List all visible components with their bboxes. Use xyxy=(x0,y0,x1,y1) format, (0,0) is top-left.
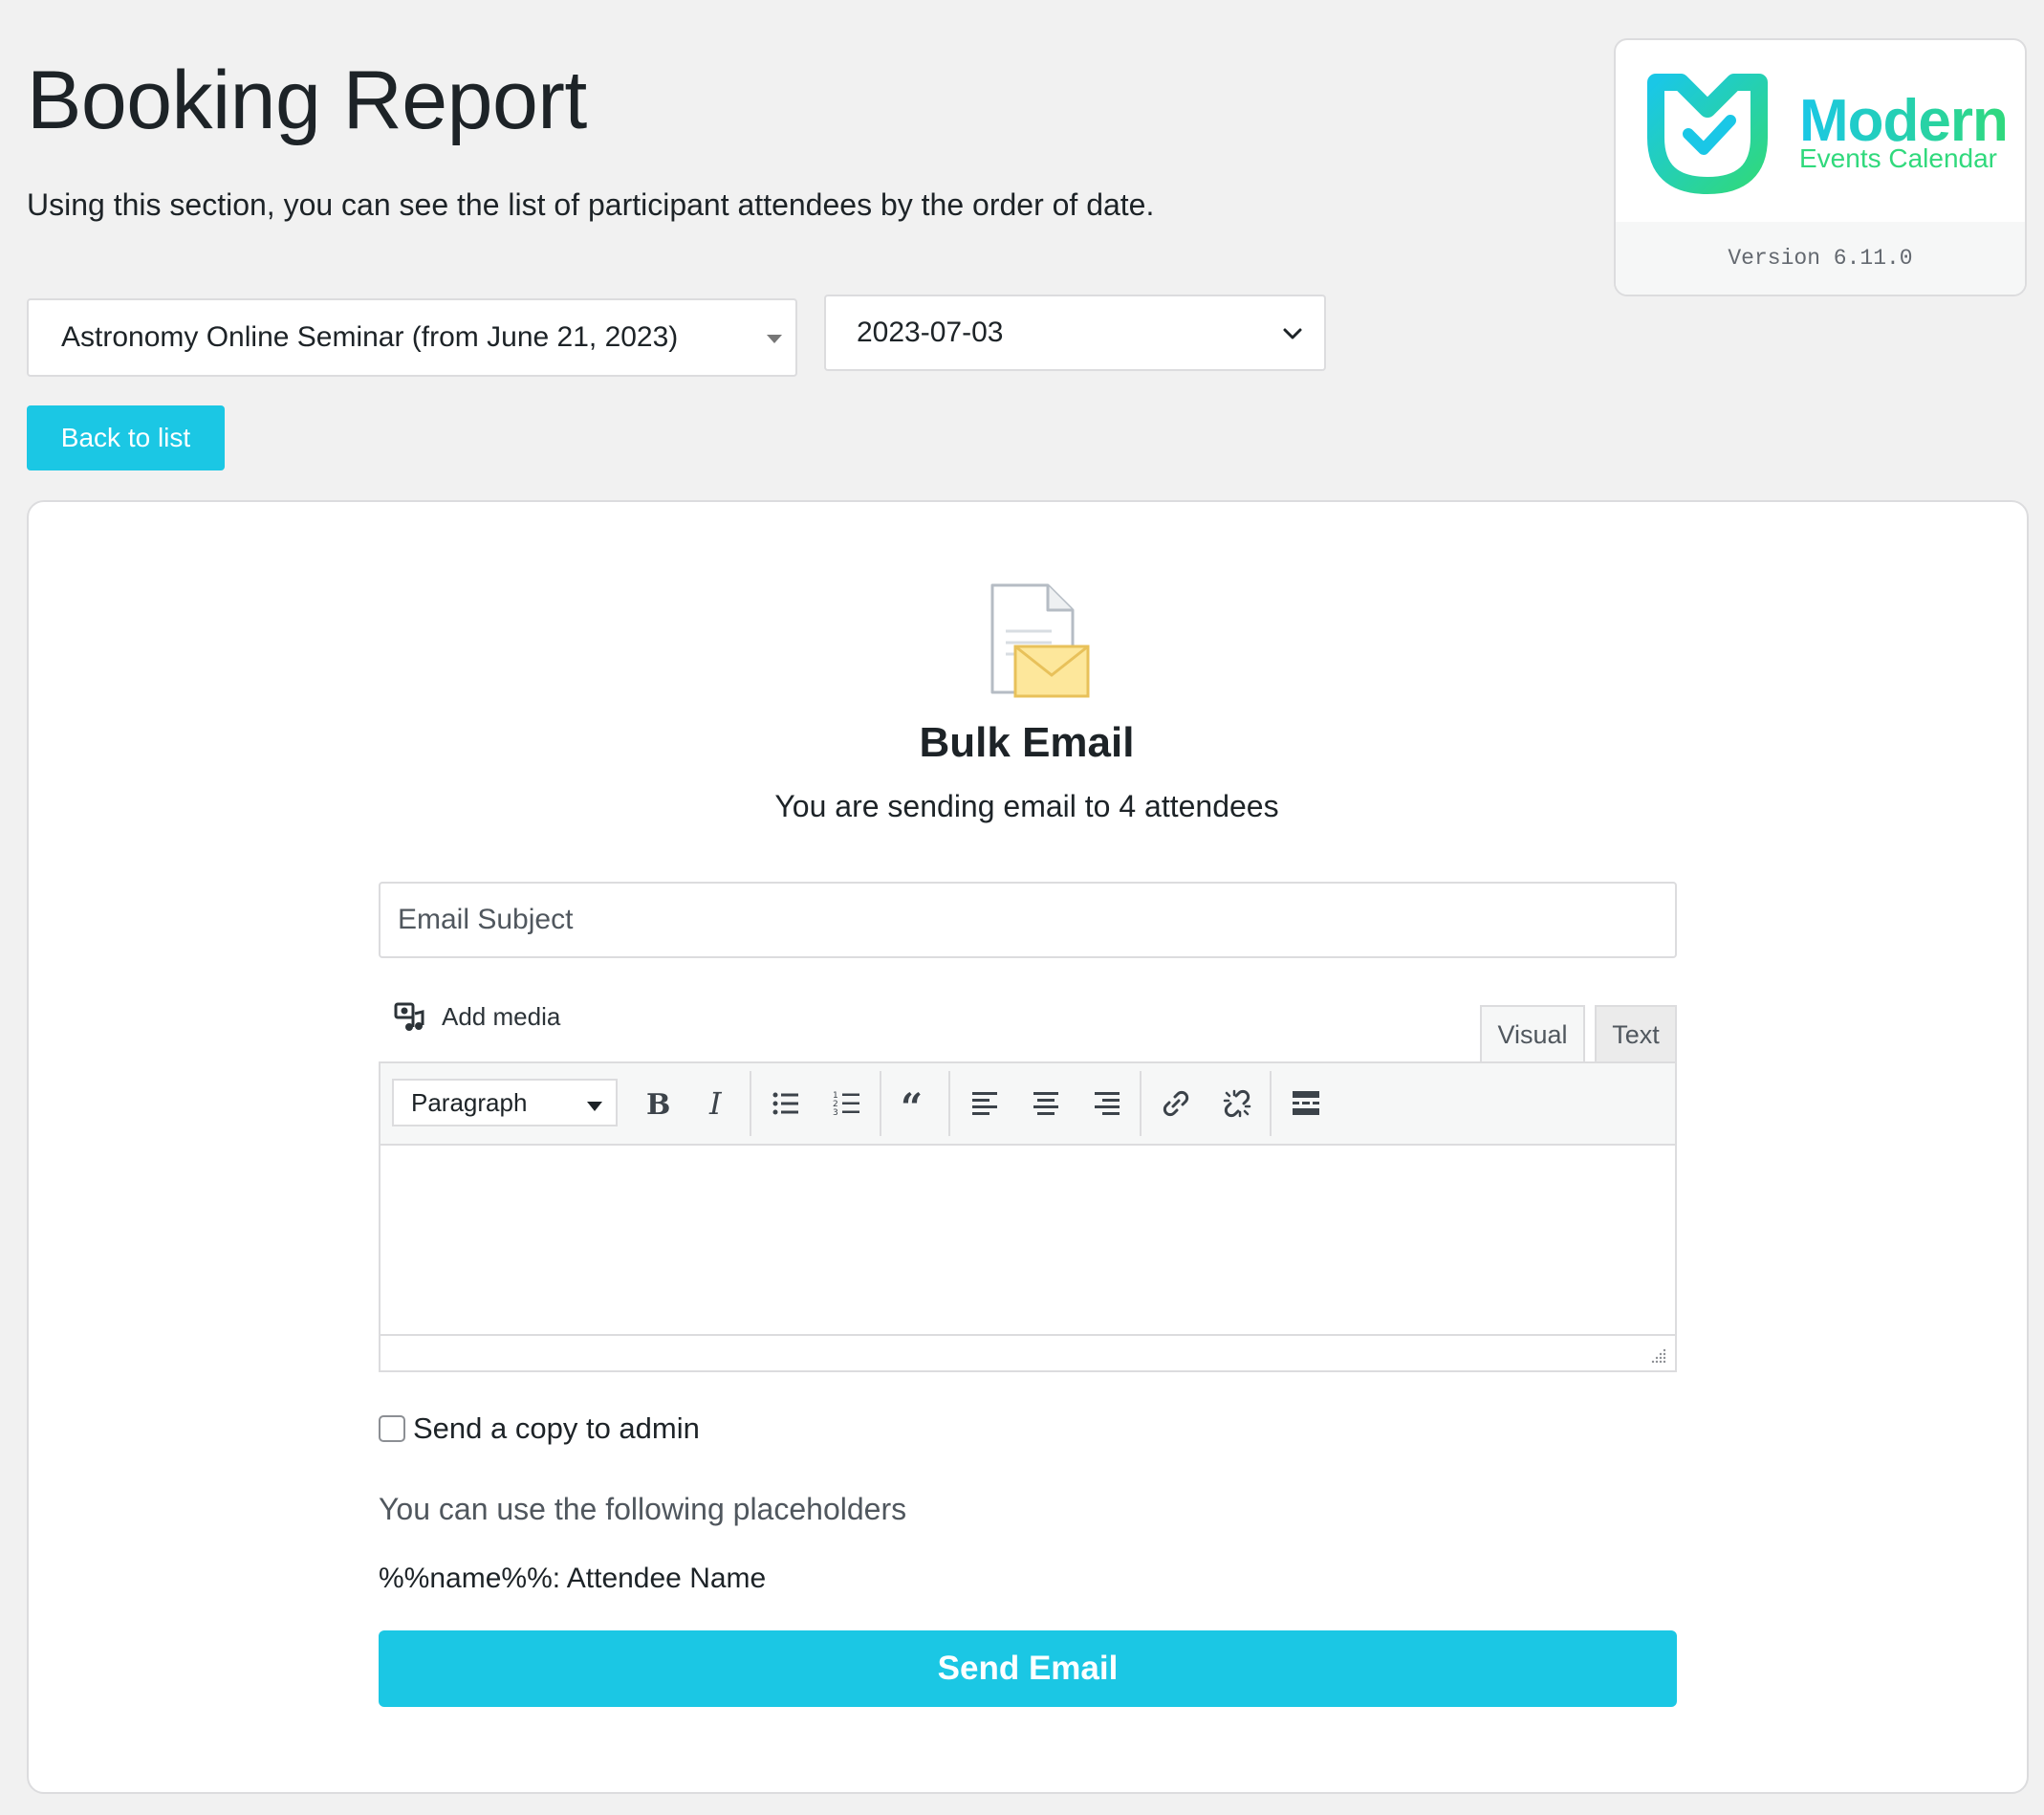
send-copy-admin-checkbox[interactable] xyxy=(379,1415,405,1442)
align-left-icon xyxy=(972,1092,997,1115)
insert-link-button[interactable] xyxy=(1153,1081,1199,1126)
numbered-list-icon: 1 2 3 xyxy=(833,1091,859,1117)
tab-text[interactable]: Text xyxy=(1595,1005,1677,1062)
read-more-button[interactable] xyxy=(1283,1081,1329,1126)
svg-text:“: “ xyxy=(901,1090,923,1117)
bold-button[interactable]: B xyxy=(633,1081,679,1126)
document-envelope-icon xyxy=(990,583,1090,698)
bulk-email-subtitle: You are sending email to 4 attendees xyxy=(774,789,1279,823)
add-media-icon xyxy=(394,1002,424,1031)
blockquote-button[interactable]: “ xyxy=(893,1081,939,1126)
resize-handle-icon[interactable] xyxy=(1648,1345,1667,1365)
caret-down-icon xyxy=(587,1102,602,1111)
brand-tagline: Events Calendar xyxy=(1799,143,1998,173)
tab-visual[interactable]: Visual xyxy=(1480,1005,1585,1062)
brand-logo-panel: Modern Events Calendar Version 6.11.0 xyxy=(1614,38,2027,296)
bulleted-list-icon xyxy=(772,1092,798,1115)
page-description: Using this section, you can see the list… xyxy=(27,187,1155,222)
align-center-icon xyxy=(1033,1092,1058,1115)
align-right-icon xyxy=(1095,1092,1120,1115)
align-right-button[interactable] xyxy=(1084,1081,1130,1126)
add-media-label: Add media xyxy=(442,1001,561,1031)
remove-link-button[interactable] xyxy=(1214,1081,1260,1126)
chevron-down-icon xyxy=(1283,328,1302,339)
align-left-button[interactable] xyxy=(962,1081,1008,1126)
italic-icon: I xyxy=(708,1089,723,1118)
editor-statusbar xyxy=(381,1334,1675,1370)
caret-down-icon xyxy=(767,335,782,343)
svg-text:B: B xyxy=(646,1089,669,1118)
bulk-email-title: Bulk Email xyxy=(919,719,1135,766)
bulleted-list-button[interactable] xyxy=(763,1081,809,1126)
page-title: Booking Report xyxy=(27,55,587,146)
send-copy-admin-label: Send a copy to admin xyxy=(413,1411,700,1445)
event-select-value: Astronomy Online Seminar (from June 21, … xyxy=(61,321,679,353)
back-to-list-button[interactable]: Back to list xyxy=(27,405,225,470)
placeholders-title: You can use the following placeholders xyxy=(379,1492,907,1526)
brand-name: Modern xyxy=(1799,88,2009,154)
email-editor: Paragraph B I 1 2 3 “ xyxy=(379,1061,1677,1372)
add-media-button[interactable]: Add media xyxy=(394,1000,560,1033)
bold-icon: B xyxy=(646,1089,669,1118)
event-select[interactable]: Astronomy Online Seminar (from June 21, … xyxy=(27,298,797,377)
mec-logo-icon xyxy=(1647,74,1768,194)
svg-text:I: I xyxy=(708,1089,723,1118)
email-subject-input[interactable] xyxy=(379,882,1677,958)
blockquote-icon: “ xyxy=(901,1090,923,1117)
insert-link-icon xyxy=(1163,1090,1189,1117)
remove-link-icon xyxy=(1223,1089,1251,1118)
send-email-button[interactable]: Send Email xyxy=(379,1630,1677,1707)
editor-toolbar: Paragraph B I 1 2 3 “ xyxy=(381,1063,1675,1146)
format-select-value: Paragraph xyxy=(411,1087,528,1117)
send-copy-admin-option[interactable]: Send a copy to admin xyxy=(379,1411,700,1446)
placeholder-item: %%name%%: Attendee Name xyxy=(379,1563,767,1594)
version-label: Version 6.11.0 xyxy=(1616,222,2025,295)
format-select[interactable]: Paragraph xyxy=(392,1079,618,1126)
align-center-button[interactable] xyxy=(1023,1081,1069,1126)
italic-button[interactable]: I xyxy=(694,1081,740,1126)
date-select[interactable]: 2023-07-03 xyxy=(824,295,1326,371)
read-more-icon xyxy=(1293,1091,1319,1115)
svg-text:3: 3 xyxy=(833,1108,838,1117)
numbered-list-button[interactable]: 1 2 3 xyxy=(824,1081,870,1126)
date-select-value: 2023-07-03 xyxy=(857,317,1004,348)
